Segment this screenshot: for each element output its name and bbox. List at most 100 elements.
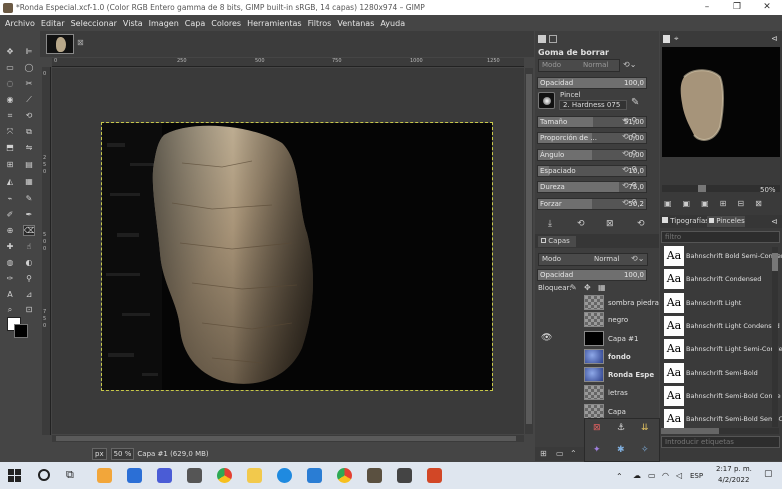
rect-select-tool-icon[interactable]: ▭ [5,63,15,72]
menu-colores[interactable]: Colores [208,19,244,28]
mode-dropdown[interactable]: Modo Normal [538,59,620,72]
chrome-icon[interactable] [337,468,352,483]
onedrive-icon[interactable]: ☁ [633,471,641,480]
font-item[interactable]: Bahnschrift Bold Semi-Conden [686,252,782,260]
spacing-reset-icon[interactable]: ⟲ ⚲ [622,165,637,174]
font-item[interactable]: Bahnschrift Light Condensed [686,322,780,330]
layer-name[interactable]: sombra piedra [608,299,659,307]
menu-ventanas[interactable]: Ventanas [334,19,377,28]
layer-thumbnail[interactable] [584,349,604,364]
layer-visibility-icon[interactable]: 👁 [541,333,552,343]
fonts-configure-icon[interactable]: ⊲ [771,217,778,226]
eraser-tool-icon[interactable]: ⌫ [23,225,35,236]
foreground-select-icon[interactable]: ◉ [5,95,15,104]
menu-editar[interactable]: Editar [38,19,68,28]
vscode-icon[interactable] [307,468,322,483]
pattern-icon[interactable]: ✦ [593,445,601,455]
windows-start-icon[interactable] [8,469,21,482]
layer-thumbnail[interactable] [584,404,604,419]
opacity-slider[interactable]: Opacidad 100,0 [537,77,647,89]
font-sample-icon[interactable]: Aa [664,292,684,313]
menu-capa[interactable]: Capa [182,19,208,28]
handle-transform-icon[interactable]: ⊡ [24,305,34,314]
aspect-reset-icon[interactable]: ⟲ ⚲ [622,132,637,141]
font-tags-input[interactable] [661,436,780,448]
image-canvas[interactable] [101,122,493,391]
clock-time[interactable]: 2:17 p. m. [716,465,752,473]
vertical-ruler[interactable]: 0 2 5 0 5 0 0 7 5 0 [42,67,51,435]
save-options-icon[interactable]: ⤓ [548,219,552,229]
layers-tab[interactable]: Capas [538,236,576,247]
layer-thumbnail[interactable] [584,331,604,346]
measure-tool-icon[interactable]: ⊿ [24,290,34,299]
unit-selector[interactable]: px [92,448,107,460]
hardness-reset-icon[interactable]: ⟲ ⚲ [622,181,637,190]
font-item[interactable]: Bahnschrift Light Semi-Conde [686,345,782,353]
chrome-icon[interactable] [217,468,232,483]
tray-chevron-icon[interactable]: ⌃ [616,472,623,481]
angle-reset-icon[interactable]: ⟲ ⚲ [622,149,637,158]
menu-archivo[interactable]: Archivo [2,19,38,28]
volume-icon[interactable]: ◁ [676,471,682,480]
image-tab-close-icon[interactable]: ⊠ [77,38,86,47]
menu-filtros[interactable]: Filtros [305,19,335,28]
font-sample-icon[interactable]: Aa [664,246,684,266]
layer-thumbnail[interactable] [584,367,604,382]
font-item[interactable]: Bahnschrift Light [686,299,741,307]
font-sample-icon[interactable]: Aa [664,269,684,290]
layer-thumbnail[interactable] [584,385,604,400]
menu-ayuda[interactable]: Ayuda [377,19,408,28]
tool-options-tab-icon[interactable] [538,35,546,43]
raise-layer-icon[interactable]: ⌃ [570,449,577,458]
maximize-button[interactable]: ❐ [722,0,752,15]
dynamics-icon[interactable]: ✧ [641,445,649,455]
brushes-tab[interactable]: Pinceles [707,216,745,227]
store-icon[interactable] [97,468,112,483]
menu-seleccionar[interactable]: Seleccionar [68,19,120,28]
background-color-swatch[interactable] [14,324,28,338]
fonts-tab[interactable]: Tipografías [662,217,709,225]
ellipse-select-tool-icon[interactable]: ◯ [24,63,34,72]
delete-options-icon[interactable]: ⊠ [606,219,614,229]
font-sample-icon[interactable]: Aa [664,339,684,360]
align-tool-icon[interactable]: ⊫ [24,47,34,56]
restore-options-icon[interactable]: ⟲ [577,219,585,229]
clock-date[interactable]: 4/2/2022 [718,476,749,484]
navigator-buttons[interactable]: ▣▣▣⊞⊟⊠ [664,199,780,208]
text-box-icon[interactable]: ▤ [24,160,34,169]
layer-name[interactable]: negro [608,316,628,324]
dodge-tool-icon[interactable]: ◐ [24,258,34,267]
lock-alpha-icon[interactable]: ▦ [598,283,606,292]
zoom-tool-icon[interactable]: ⌕ [5,305,15,314]
language-indicator[interactable]: ESP [690,472,703,480]
network-icon[interactable]: ▭ [648,471,656,480]
notifications-icon[interactable]: ▢ [764,469,773,479]
edge-icon[interactable] [277,468,292,483]
heal-tool-icon[interactable]: ✚ [5,242,15,251]
layer-thumbnail[interactable] [584,312,604,327]
layer-name[interactable]: fondo [608,353,631,361]
task-view-icon[interactable]: ⧉ [66,468,74,482]
vertical-scrollbar[interactable] [525,68,533,434]
paintbrush-tool-icon[interactable]: ⌁ [5,194,15,203]
gimp-wilber-icon[interactable] [367,468,382,483]
layer-name[interactable]: Capa #1 [608,335,638,343]
image-tab-icon[interactable] [663,35,670,43]
crop-tool-icon[interactable]: ⌗ [5,111,15,120]
font-list-scrollbar[interactable] [772,247,778,427]
font-item[interactable]: Bahnschrift Semi-Bold Semi-C [686,415,782,423]
navigation-tab-icon[interactable]: ⌖ [674,34,679,44]
font-sample-icon[interactable]: Aa [664,409,684,430]
pencil-tool-icon[interactable]: ✎ [24,194,34,203]
close-button[interactable]: ✕ [752,0,782,15]
file-explorer-icon[interactable] [247,468,262,483]
layer-opacity-slider[interactable]: Opacidad 100,0 [537,269,647,281]
fuzzy-select-icon[interactable]: ⟋ [24,95,34,104]
perspective-tool-icon[interactable]: ⬒ [5,143,15,152]
smudge-tool-icon[interactable]: ☝ [24,242,34,251]
image-tab-thumbnail[interactable] [46,34,74,54]
app-icon[interactable] [397,468,412,483]
warp-tool-icon[interactable]: ⤧ [5,127,15,136]
font-sample-icon[interactable]: Aa [664,385,684,406]
zoom-selector[interactable]: 50 % [110,448,135,460]
